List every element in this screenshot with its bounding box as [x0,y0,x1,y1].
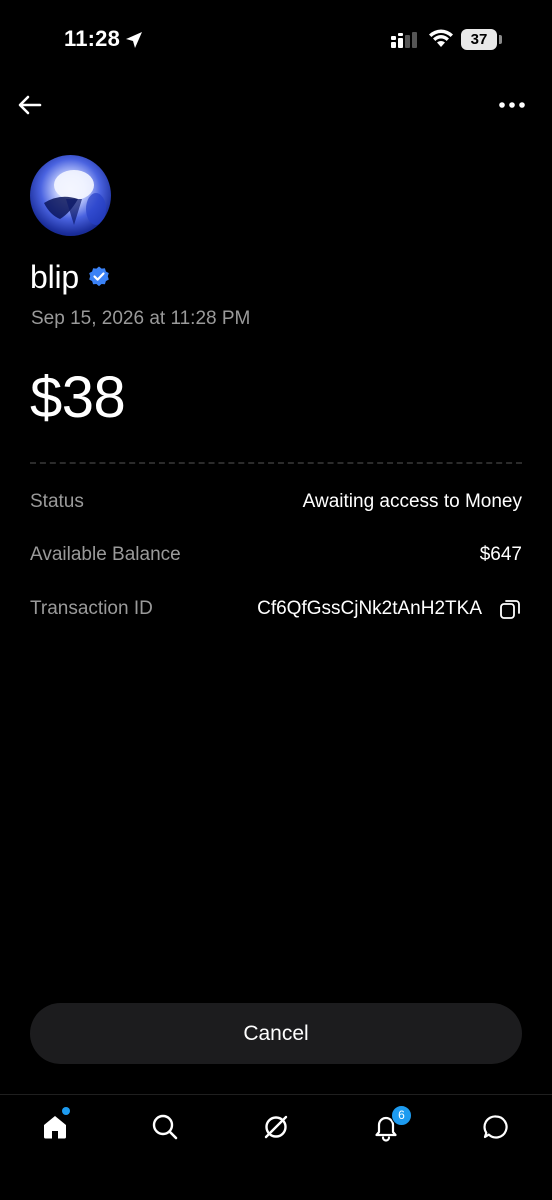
avatar-image [44,170,106,225]
grok-icon [264,1115,288,1139]
payment-date: Sep 15, 2026 at 11:28 PM [31,308,251,329]
message-icon [483,1115,508,1139]
more-horizontal-icon [499,102,525,108]
available-balance-label: Available Balance [30,544,181,565]
search-icon [152,1114,178,1140]
notification-count-badge: 6 [391,1105,412,1126]
payee-name: blip [30,258,80,295]
tab-bar: 6 [0,1094,552,1200]
back-button[interactable] [14,89,46,121]
cellular-signal-icon [391,32,417,48]
status-bar: 11:28 37 [0,0,552,84]
status-label: Status [30,491,84,512]
cancel-button[interactable]: Cancel [30,1003,522,1064]
detail-row-available-balance: Available Balance $647 [30,540,522,570]
wifi-icon [429,29,453,47]
payment-amount: $38 [30,365,126,430]
status-time: 11:28 [64,26,121,51]
tab-grok[interactable] [258,1109,294,1145]
arrow-left-icon [18,95,42,115]
available-balance-value: $647 [479,544,522,565]
dashed-divider [30,462,522,464]
verified-badge-icon [89,266,109,287]
status-value: Awaiting access to Money [302,491,522,512]
battery-indicator: 37 [461,29,497,50]
detail-row-transaction-id: Transaction ID Cf6QfGssCjNk2tAnH2TKA [30,594,522,624]
home-unread-dot [62,1107,70,1115]
more-options-button[interactable] [494,89,530,121]
location-arrow-icon [126,32,142,48]
transaction-id-label: Transaction ID [30,598,153,619]
copy-icon[interactable] [498,597,522,621]
detail-row-status: Status Awaiting access to Money [30,487,522,517]
home-icon [44,1116,66,1139]
transaction-id-value: Cf6QfGssCjNk2tAnH2TKA [257,598,482,619]
avatar[interactable] [30,155,111,236]
tab-messages[interactable] [478,1109,514,1145]
battery-tip [499,35,502,44]
tab-search[interactable] [147,1109,183,1145]
payee-name-row: blip [30,257,111,297]
